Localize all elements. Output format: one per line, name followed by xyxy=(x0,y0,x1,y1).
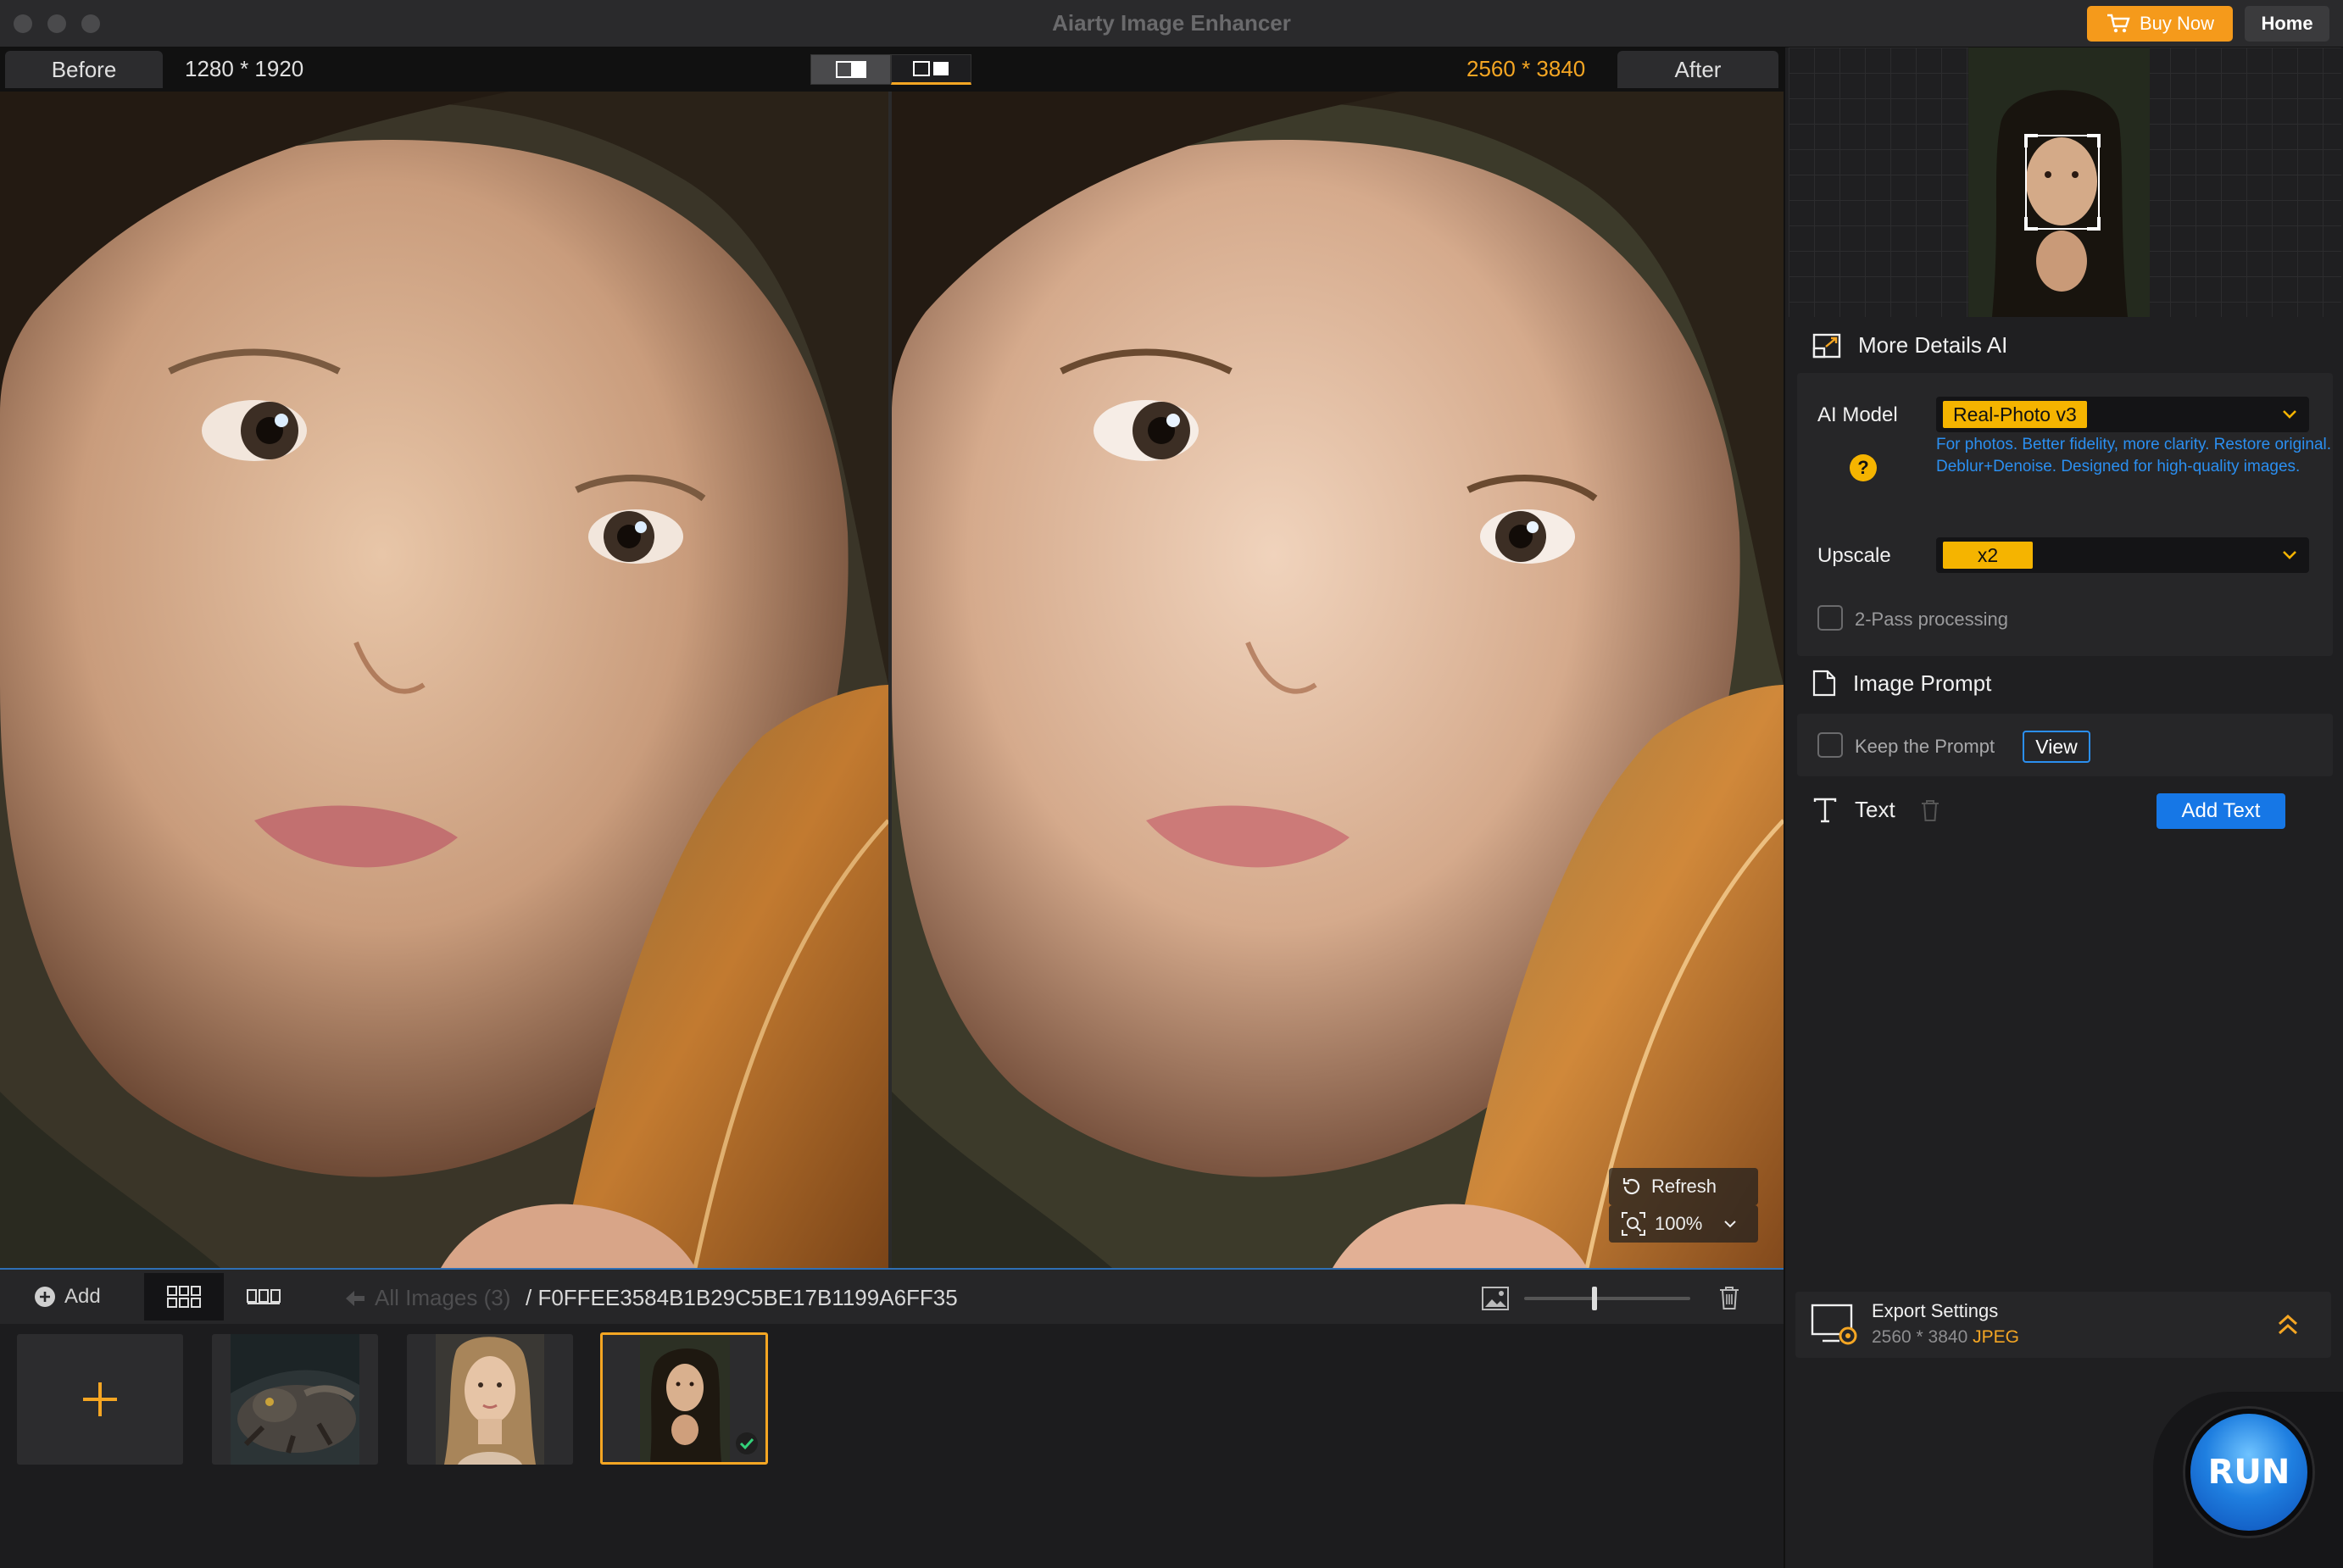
compare-bar: Before 1280 * 1920 2560 * 3840 After xyxy=(0,47,1784,92)
refresh-icon xyxy=(1622,1178,1640,1195)
all-images-label: All Images (3) xyxy=(375,1285,511,1310)
keep-prompt-label: Keep the Prompt xyxy=(1855,736,1995,757)
navigator-preview-image xyxy=(1789,47,2341,317)
creature-thumbnail-image xyxy=(231,1334,359,1465)
before-photo-illustration xyxy=(0,92,888,1268)
buy-now-button[interactable]: Buy Now xyxy=(2087,6,2233,42)
run-button[interactable]: RUN xyxy=(2185,1409,2312,1536)
export-size: 2560 * 3840 xyxy=(1872,1327,1968,1347)
plus-icon xyxy=(83,1382,117,1416)
grid-view-icon xyxy=(167,1286,201,1308)
add-image-tile[interactable] xyxy=(17,1334,183,1465)
more-details-ai-header: More Details AI xyxy=(1812,332,2007,359)
image-prompt-title: Image Prompt xyxy=(1853,670,1992,696)
strip-view-icon xyxy=(247,1289,281,1304)
before-resolution: 1280 * 1920 xyxy=(185,56,304,81)
text-tool-icon xyxy=(1813,798,1837,822)
add-circle-icon xyxy=(35,1287,55,1307)
add-label: Add xyxy=(64,1285,101,1308)
ai-model-value: Real-Photo v3 xyxy=(1943,401,2087,428)
keep-prompt-checkbox[interactable] xyxy=(1817,732,1843,758)
add-text-button[interactable]: Add Text xyxy=(2157,793,2285,829)
upscale-value: x2 xyxy=(1943,542,2033,569)
view-mode-toggle xyxy=(810,54,971,85)
single-view-icon xyxy=(835,61,866,78)
home-button[interactable]: Home xyxy=(2245,6,2329,42)
thumbnail-girl-selected[interactable] xyxy=(600,1332,768,1465)
upscale-label: Upscale xyxy=(1817,544,1891,567)
export-settings-summary: 2560 * 3840 JPEG xyxy=(1872,1327,2019,1348)
ai-settings-card: AI Model Real-Photo v3 ? For photos. Bet… xyxy=(1797,373,2333,656)
two-pass-label: 2-Pass processing xyxy=(1855,609,2008,630)
thumbnail-woman[interactable] xyxy=(407,1334,573,1465)
document-icon xyxy=(1812,670,1836,697)
after-image[interactable] xyxy=(892,92,1784,1268)
all-images-link[interactable]: All Images (3) xyxy=(344,1285,510,1311)
add-images-button[interactable]: Add xyxy=(34,1285,101,1309)
buy-now-label: Buy Now xyxy=(2139,13,2215,34)
app-title: Aiarty Image Enhancer xyxy=(1052,10,1291,36)
two-pass-checkbox[interactable] xyxy=(1817,605,1843,631)
ai-model-select[interactable]: Real-Photo v3 xyxy=(1936,397,2309,432)
thumbnail-strip xyxy=(0,1324,1784,1568)
before-tab[interactable]: Before xyxy=(5,51,163,88)
check-badge-icon xyxy=(736,1432,758,1454)
after-photo-illustration xyxy=(892,92,1784,1268)
zoom-icon xyxy=(1622,1212,1645,1236)
more-details-ai-title: More Details AI xyxy=(1858,332,2008,358)
export-format: JPEG xyxy=(1973,1327,2019,1347)
help-icon[interactable]: ? xyxy=(1850,454,1877,481)
strip-view-button[interactable] xyxy=(224,1273,303,1321)
after-tab[interactable]: After xyxy=(1617,51,1778,88)
ai-model-description: For photos. Better fidelity, more clarit… xyxy=(1936,436,2332,475)
refresh-button[interactable]: Refresh xyxy=(1609,1168,1758,1205)
thumbnail-size-slider-thumb[interactable] xyxy=(1592,1287,1597,1310)
single-view-button[interactable] xyxy=(810,54,891,85)
zoom-value: 100% xyxy=(1655,1213,1703,1234)
chevron-double-up-icon[interactable] xyxy=(2275,1312,2301,1337)
chevron-down-icon xyxy=(2283,551,2296,559)
grid-view-button[interactable] xyxy=(144,1273,224,1321)
thumbnail-size-slider[interactable] xyxy=(1524,1297,1690,1300)
navigator-preview[interactable] xyxy=(1789,47,2341,317)
title-bar: Aiarty Image Enhancer Buy Now Home xyxy=(0,0,2343,47)
ai-model-label: AI Model xyxy=(1817,403,1898,426)
chevron-down-icon xyxy=(2283,410,2296,419)
split-view-button[interactable] xyxy=(891,54,971,85)
thumbnail-creature[interactable] xyxy=(212,1334,378,1465)
image-size-icon xyxy=(1482,1287,1509,1310)
view-prompt-button[interactable]: View xyxy=(2023,731,2090,763)
after-resolution: 2560 * 3840 xyxy=(1466,56,1586,81)
image-prompt-header: Image Prompt xyxy=(1812,670,1991,697)
image-list-toolbar: Add All Images (3) / F0FFEE3584B1B29C5BE… xyxy=(0,1268,1784,1324)
enhance-icon xyxy=(1812,333,1841,358)
text-title: Text xyxy=(1855,797,1895,822)
folder-path: / F0FFEE3584B1B29C5BE17B1199A6FF35 xyxy=(526,1285,958,1310)
export-settings-card[interactable]: Export Settings 2560 * 3840 JPEG xyxy=(1795,1292,2331,1358)
woman-thumbnail-image xyxy=(436,1334,544,1465)
delete-text-icon[interactable] xyxy=(1919,798,1941,822)
text-header: Text xyxy=(1812,797,1895,823)
upscale-select[interactable]: x2 xyxy=(1936,537,2309,573)
trash-icon[interactable] xyxy=(1717,1285,1741,1310)
before-image[interactable] xyxy=(0,92,888,1268)
export-settings-icon xyxy=(1811,1304,1857,1345)
chevron-down-icon xyxy=(1724,1220,1736,1228)
zoom-control[interactable]: 100% xyxy=(1609,1205,1758,1243)
back-arrow-icon xyxy=(346,1290,365,1306)
cart-icon xyxy=(2106,14,2130,33)
split-view-icon xyxy=(912,61,949,76)
export-settings-title: Export Settings xyxy=(1872,1300,1999,1321)
refresh-label: Refresh xyxy=(1651,1176,1717,1197)
